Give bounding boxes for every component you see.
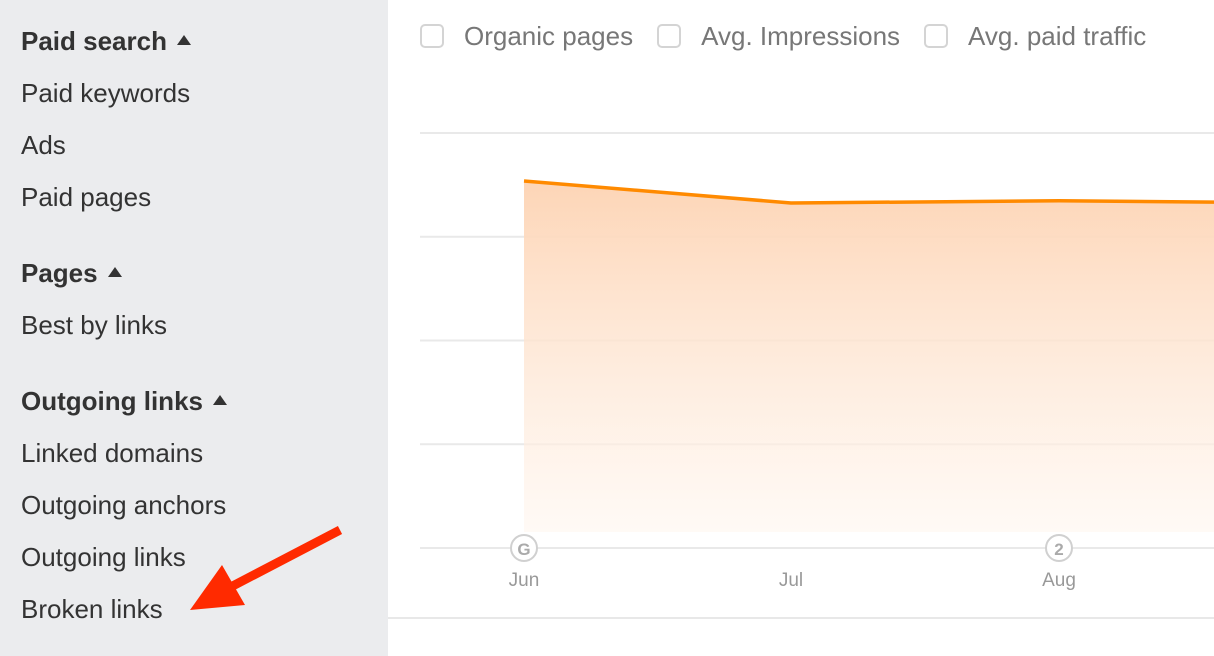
annotation-label: 2 [1054, 540, 1063, 559]
x-tick-label: Jul [779, 570, 803, 591]
sidebar-item-best-by-links[interactable]: Best by links [21, 310, 167, 341]
x-tick-label: Jun [509, 570, 540, 591]
sidebar-item-paid-pages[interactable]: Paid pages [21, 182, 151, 213]
annotation-label: G [517, 540, 530, 559]
section-pages[interactable]: Pages [21, 258, 122, 289]
series-area [524, 181, 1214, 532]
sidebar-item-outgoing-anchors[interactable]: Outgoing anchors [21, 490, 226, 521]
sidebar-item-outgoing-links[interactable]: Outgoing links [21, 542, 186, 573]
section-paid-search[interactable]: Paid search [21, 26, 191, 57]
sidebar-item-broken-links[interactable]: Broken links [21, 594, 163, 625]
caret-up-icon [213, 395, 227, 406]
divider [388, 617, 1214, 619]
annotation-marker[interactable]: G [510, 534, 538, 562]
chart-panel: Organic pages Avg. Impressions Avg. paid… [388, 0, 1214, 656]
area-chart: Jun Jul Aug G 2 [420, 132, 1214, 591]
caret-up-icon [176, 35, 191, 46]
sidebar-item-paid-keywords[interactable]: Paid keywords [21, 78, 190, 109]
sidebar: Paid search Paid keywords Ads Paid pages… [0, 0, 388, 656]
sidebar-item-ads[interactable]: Ads [21, 130, 66, 161]
section-outgoing-links[interactable]: Outgoing links [21, 386, 227, 417]
annotation-marker[interactable]: 2 [1045, 534, 1073, 562]
sidebar-item-linked-domains[interactable]: Linked domains [21, 438, 203, 469]
caret-up-icon [107, 267, 122, 278]
x-tick-label: Aug [1042, 570, 1076, 591]
